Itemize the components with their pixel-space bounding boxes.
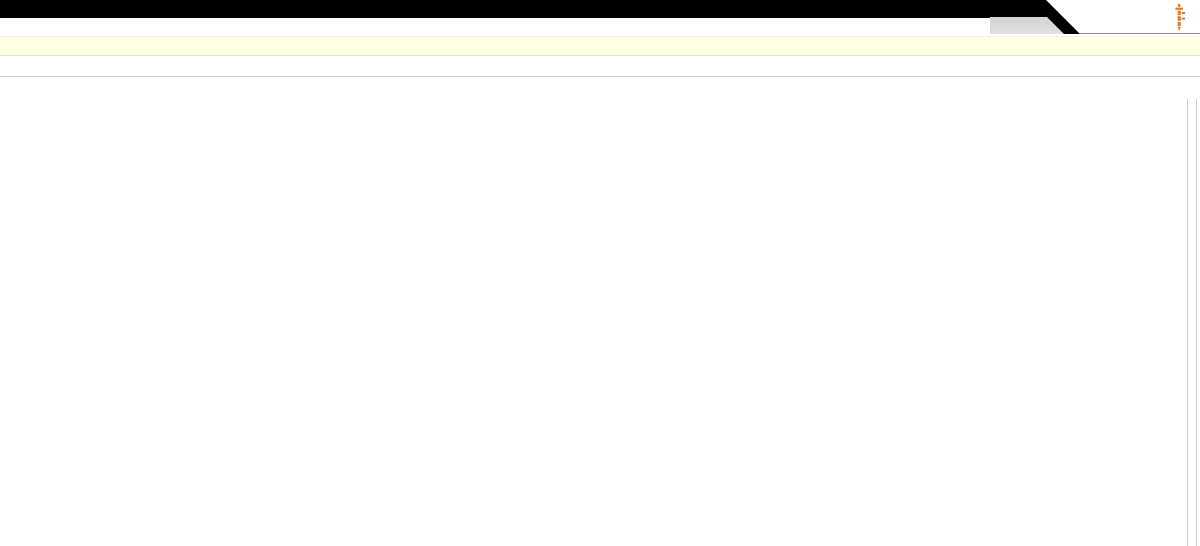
toolbar <box>0 18 1200 37</box>
vertical-scrollbar[interactable] <box>1187 99 1197 546</box>
history-bar <box>0 37 1200 56</box>
tab-bar <box>0 77 1200 102</box>
menubar <box>0 0 1200 18</box>
page-title <box>0 56 1200 77</box>
